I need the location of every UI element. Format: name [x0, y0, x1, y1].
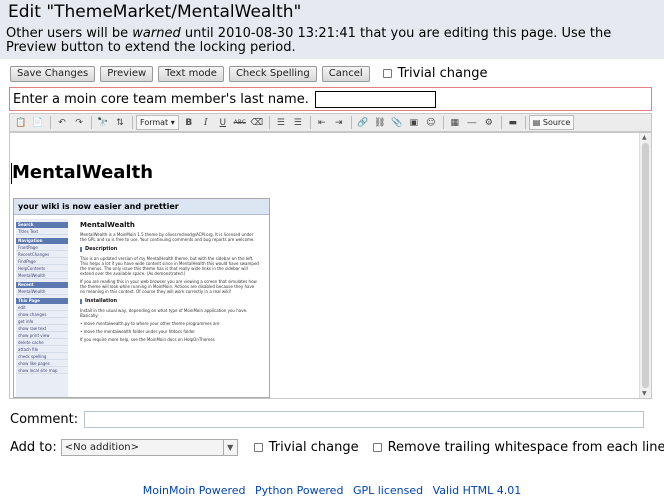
trivial-change-label-top: Trivial change [397, 66, 488, 81]
remove-trailing-whitespace-checkbox[interactable] [372, 443, 382, 452]
screenshot-main: MentalWealth MentalWealth is a MoinMoin … [74, 219, 269, 397]
find-icon[interactable]: 🔭 [95, 115, 111, 130]
screenshot-sidebar-item: show like pages [16, 360, 68, 367]
editor-button-bar: Save Changes Preview Text mode Check Spe… [10, 65, 488, 82]
redo-icon[interactable]: ↷ [71, 115, 87, 130]
scroll-up-icon[interactable]: ▲ [642, 134, 647, 141]
screenshot-sidebar-item: attach file [16, 346, 68, 353]
footer-links: MoinMoin Powered Python Powered GPL lice… [0, 484, 664, 497]
wysiwyg-toolbar: 📋 📄 ↶ ↷ 🔭 ⇅ Format ▾ B I U ABC ⌫ ☰ ☰ ⇤ ⇥… [9, 113, 652, 132]
format-dropdown[interactable]: Format ▾ [136, 115, 179, 130]
python-powered-link[interactable]: Python Powered [255, 484, 343, 497]
horizontal-rule-icon[interactable]: ― [464, 115, 480, 130]
editor-scrollbar[interactable]: ▲ ▼ [639, 133, 651, 398]
screenshot-sidebar-item: show raw text [16, 325, 68, 332]
indent-icon[interactable]: ⇥ [331, 115, 347, 130]
valid-html-link[interactable]: Valid HTML 4.01 [433, 484, 522, 497]
add-to-select[interactable]: <No addition> ▼ [60, 439, 238, 456]
wysiwyg-editor-area[interactable]: MentalWealth your wiki is now easier and… [9, 132, 652, 399]
link-icon[interactable]: 🔗 [355, 115, 371, 130]
screenshot-sidebar-item: MentalWealth [16, 272, 68, 279]
screenshot-sidebar: Search Titles Text Navigation FrontPage … [16, 219, 68, 397]
screenshot-sidebar-item: check spelling [16, 353, 68, 360]
screenshot-sidebar-item: Titles Text [16, 228, 68, 235]
replace-icon[interactable]: ⇅ [112, 115, 128, 130]
save-changes-button[interactable]: Save Changes [10, 65, 96, 82]
paste-word-icon[interactable]: 📄 [30, 115, 46, 130]
outdent-icon[interactable]: ⇤ [314, 115, 330, 130]
trivial-change-checkbox[interactable] [253, 443, 263, 452]
strike-icon[interactable]: ABC [232, 115, 248, 130]
screenshot-bullet: • move the mentalwealth folder under you… [80, 329, 196, 334]
screenshot-paragraph: If you require more help, see the MoinMo… [80, 337, 215, 342]
captcha-question: Enter a moin core team member's last nam… [13, 91, 309, 107]
screenshot-bullet: • move mentalwealth.py to where your oth… [80, 321, 220, 326]
screenshot-sidebar-item: show local site map [16, 367, 68, 374]
highlight-icon[interactable]: ▬ [505, 115, 521, 130]
bullet-list-icon[interactable]: ☰ [290, 115, 306, 130]
trivial-change-checkbox-top[interactable] [382, 69, 392, 78]
cancel-button[interactable]: Cancel [321, 65, 370, 82]
screenshot-sidebar-item: FrontPage [16, 244, 68, 251]
lock-warning: Other users will be warned until 2010-08… [6, 26, 612, 55]
screenshot-intro: MentalWealth is a MoinMoin 1.5 theme by … [80, 232, 255, 242]
image-icon[interactable]: ▣ [406, 115, 422, 130]
preview-button[interactable]: Preview [100, 65, 154, 82]
screenshot-sidebar-item: show changes [16, 311, 68, 318]
screenshot-sidebar-item: edit [16, 304, 68, 311]
screenshot-sidebar-item: MentalWealth [16, 288, 68, 295]
comment-label: Comment: [10, 412, 79, 427]
screenshot-sidebar-item: get info [16, 318, 68, 325]
attachment-icon[interactable]: 📎 [389, 115, 405, 130]
source-icon: ▤ [532, 118, 541, 127]
screenshot-paragraph: If you are reading this in your web brow… [80, 279, 257, 294]
table-icon[interactable]: ▦ [447, 115, 463, 130]
screenshot-section-heading: Description [80, 247, 269, 252]
screenshot-section-heading: Installation [80, 299, 269, 304]
source-button[interactable]: ▤ Source [528, 115, 575, 130]
remove-format-icon[interactable]: ⌫ [249, 115, 265, 130]
scroll-down-icon[interactable]: ▼ [642, 390, 647, 397]
chevron-down-icon[interactable]: ▼ [222, 440, 237, 455]
captcha-answer-input[interactable] [314, 90, 436, 108]
underline-icon[interactable]: U [215, 115, 231, 130]
italic-icon[interactable]: I [198, 115, 214, 130]
numbered-list-icon[interactable]: ☰ [273, 115, 289, 130]
theme-screenshot-image: your wiki is now easier and prettier Sea… [13, 198, 270, 398]
captcha-box: Enter a moin core team member's last nam… [9, 87, 652, 111]
screenshot-sidebar-item: RecentChanges [16, 251, 68, 258]
unlink-icon[interactable]: ⛓ [372, 115, 388, 130]
screenshot-paragraph: Install in the usual way, depending on w… [80, 308, 248, 318]
undo-icon[interactable]: ↶ [54, 115, 70, 130]
add-to-label: Add to: [10, 440, 57, 455]
page-header: Edit "ThemeMarket/MentalWealth" Other us… [0, 0, 664, 59]
trivial-change-label: Trivial change [268, 440, 359, 455]
screenshot-sidebar-item: show print view [16, 332, 68, 339]
moinmoin-powered-link[interactable]: MoinMoin Powered [143, 484, 246, 497]
add-to-row: Add to: <No addition> ▼ Trivial change Re… [10, 439, 664, 456]
screenshot-slogan: your wiki is now easier and prettier [14, 199, 269, 215]
screenshot-sidebar-item: HelpContents [16, 265, 68, 272]
screenshot-sidebar-item: delete cache [16, 339, 68, 346]
page-title: Edit "ThemeMarket/MentalWealth" [8, 2, 302, 22]
comment-row: Comment: [10, 411, 645, 428]
paste-icon[interactable]: 📋 [13, 115, 29, 130]
macro-icon[interactable]: ⚙ [481, 115, 497, 130]
text-mode-button[interactable]: Text mode [158, 65, 224, 82]
scrollbar-thumb[interactable] [642, 143, 649, 388]
remove-trailing-whitespace-label: Remove trailing whitespace from each lin… [387, 440, 664, 455]
editor-heading: MentalWealth [12, 162, 154, 183]
screenshot-paragraph: This is an updated version of my MentalH… [80, 256, 259, 276]
bold-icon[interactable]: B [181, 115, 197, 130]
screenshot-main-title: MentalWealth [80, 221, 135, 229]
screenshot-sidebar-item: FindPage [16, 258, 68, 265]
gpl-licensed-link[interactable]: GPL licensed [353, 484, 423, 497]
smiley-icon[interactable]: ☺ [423, 115, 439, 130]
check-spelling-button[interactable]: Check Spelling [228, 65, 317, 82]
comment-input[interactable] [84, 411, 645, 428]
